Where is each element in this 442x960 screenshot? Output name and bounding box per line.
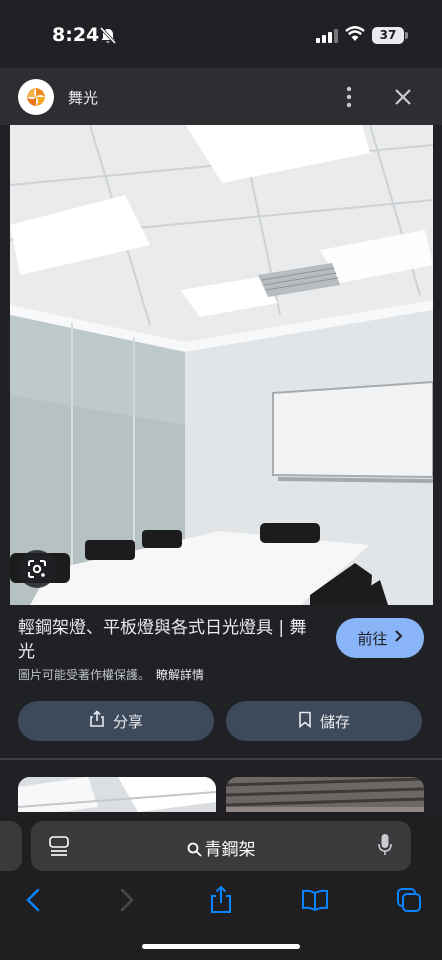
result-title[interactable]: 輕鋼架燈、平板燈與各式日光燈具 | 舞光 [18, 616, 323, 664]
share-icon [89, 710, 105, 732]
learn-more-link[interactable]: 瞭解詳情 [156, 668, 204, 682]
home-indicator[interactable] [142, 944, 300, 949]
status-bar: 8:24 37 [0, 0, 442, 68]
browser-toolbar: 青鋼架 [0, 812, 442, 960]
wuguang-logo-icon[interactable] [18, 79, 54, 115]
battery-level: 37 [372, 27, 404, 44]
cellular-signal-icon [316, 28, 338, 47]
close-icon[interactable] [390, 84, 416, 110]
status-time: 8:24 [52, 24, 100, 46]
bookmarks-icon[interactable] [300, 885, 330, 915]
address-bar[interactable]: 青鋼架 [31, 821, 411, 871]
visit-button-label: 前往 [357, 629, 388, 648]
battery-tip [405, 32, 408, 39]
site-name[interactable]: 舞光 [68, 87, 98, 108]
search-query: 青鋼架 [204, 840, 256, 860]
tabs-overview-icon[interactable] [394, 885, 424, 915]
copyright-notice: 圖片可能受著作權保護。 瞭解詳情 [18, 666, 204, 683]
previous-tab-preview[interactable] [0, 821, 22, 871]
more-options-icon[interactable] [336, 84, 362, 110]
forward-icon[interactable] [112, 885, 142, 915]
microphone-icon[interactable] [377, 833, 393, 861]
save-label: 儲存 [319, 712, 350, 731]
wifi-icon [345, 26, 365, 46]
share-button[interactable]: 分享 [18, 701, 214, 741]
save-button[interactable]: 儲存 [226, 701, 422, 741]
back-icon[interactable] [18, 885, 48, 915]
copyright-text: 圖片可能受著作權保護。 [18, 668, 151, 682]
result-image[interactable] [10, 125, 433, 605]
silent-mode-icon [98, 26, 118, 50]
google-lens-icon[interactable] [18, 550, 56, 588]
source-site-header: 舞光 [0, 68, 442, 125]
chevron-right-icon [394, 629, 403, 647]
share-sheet-icon[interactable] [206, 885, 236, 915]
address-text[interactable]: 青鋼架 [31, 835, 411, 860]
section-divider [0, 758, 442, 760]
share-label: 分享 [112, 712, 143, 731]
search-icon [187, 842, 202, 857]
visit-button[interactable]: 前往 [336, 618, 424, 658]
bookmark-icon [298, 711, 312, 732]
